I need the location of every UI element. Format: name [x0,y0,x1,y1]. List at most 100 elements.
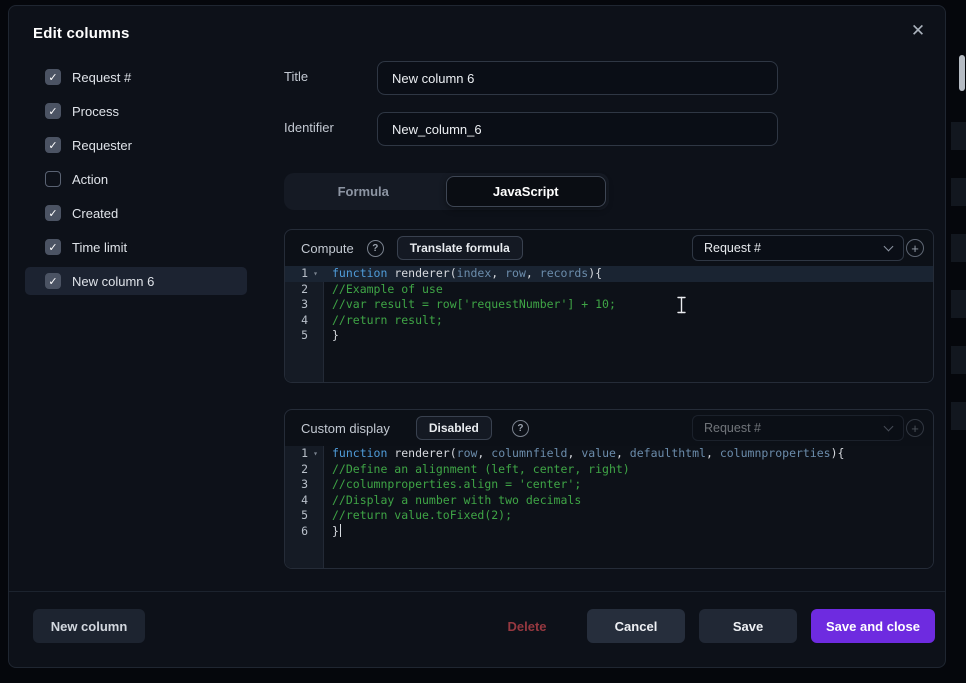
fold-arrow-icon[interactable]: ▾ [308,266,323,282]
column-label: Created [72,206,118,221]
sidebar-item-requester[interactable]: ✓ Requester [25,131,247,159]
background-fragment [951,122,966,150]
compute-code-editor[interactable]: 1▾function renderer(index, row, records)… [285,266,933,382]
code-line[interactable]: 5//return value.toFixed(2); [285,508,933,524]
identifier-input[interactable] [377,112,778,146]
line-number: 5 [285,328,324,344]
checkbox-checked-icon[interactable]: ✓ [45,137,61,153]
checkbox-checked-icon[interactable]: ✓ [45,239,61,255]
code-line[interactable]: 3//var result = row['requestNumber'] + 1… [285,297,933,313]
sidebar-item-action[interactable]: Action [25,165,247,193]
code-text: //Example of use [324,282,443,298]
save-button[interactable]: Save [699,609,797,643]
fold-arrow-icon [308,477,323,493]
sidebar-item-created[interactable]: ✓ Created [25,199,247,227]
code-text: //return result; [324,313,443,329]
code-text: } [324,524,341,540]
column-label: Action [72,172,108,187]
checkbox-checked-icon[interactable]: ✓ [45,103,61,119]
code-text: //Display a number with two decimals [324,493,581,509]
sidebar-item-request[interactable]: ✓ Request # [25,63,247,91]
checkbox-checked-icon[interactable]: ✓ [45,273,61,289]
background-fragment [951,346,966,374]
disabled-toggle-button[interactable]: Disabled [416,416,492,440]
line-number: 5 [285,508,324,524]
code-line[interactable]: 6} [285,524,933,540]
new-column-button[interactable]: New column [33,609,145,643]
sidebar-item-process[interactable]: ✓ Process [25,97,247,125]
checkbox-checked-icon[interactable]: ✓ [45,69,61,85]
column-label: Process [72,104,119,119]
column-label: New column 6 [72,274,154,289]
footer-divider [9,591,945,592]
custom-display-panel: Custom display Disabled ? Request # + 1▾… [284,409,934,569]
custom-display-code-editor[interactable]: 1▾function renderer(row, columnfield, va… [285,446,933,568]
code-line[interactable]: 2//Define an alignment (left, center, ri… [285,462,933,478]
code-line[interactable]: 4//Display a number with two decimals [285,493,933,509]
custom-column-dropdown[interactable]: Request # [692,415,904,441]
checkbox-unchecked-icon[interactable] [45,171,61,187]
column-label: Requester [72,138,132,153]
fold-arrow-icon [308,462,323,478]
code-text: //var result = row['requestNumber'] + 10… [324,297,616,313]
line-number: 2 [285,462,324,478]
background-fragment [951,234,966,262]
identifier-label: Identifier [284,120,334,135]
chevron-down-icon [884,241,894,251]
line-number: 2 [285,282,324,298]
fold-arrow-icon [308,328,323,344]
fold-arrow-icon[interactable]: ▾ [308,446,323,462]
columns-list: ✓ Request # ✓ Process ✓ Requester Action ✓ Creat… [25,63,247,301]
insert-column-icon[interactable]: + [906,419,924,437]
delete-button[interactable]: Delete [479,609,575,643]
code-line[interactable]: 1▾function renderer(row, columnfield, va… [285,446,933,462]
custom-display-label: Custom display [301,421,390,436]
line-number: 1▾ [285,266,324,282]
mouse-text-cursor-icon [675,295,688,315]
save-and-close-button[interactable]: Save and close [811,609,935,643]
background-fragment [951,178,966,206]
insert-column-icon[interactable]: + [906,239,924,257]
code-line[interactable]: 4//return result; [285,313,933,329]
tab-javascript[interactable]: JavaScript [446,176,607,207]
fold-arrow-icon [308,508,323,524]
code-text: } [324,328,339,344]
background-fragment [951,402,966,430]
code-text: //Define an alignment (left, center, rig… [324,462,630,478]
line-number: 4 [285,313,324,329]
compute-column-dropdown-value: Request # [704,241,761,255]
title-input[interactable] [377,61,778,95]
help-icon[interactable]: ? [512,420,529,437]
code-line[interactable]: 2//Example of use [285,282,933,298]
checkbox-checked-icon[interactable]: ✓ [45,205,61,221]
translate-formula-button[interactable]: Translate formula [397,236,523,260]
modal-title: Edit columns [33,25,130,42]
compute-label: Compute [301,241,354,256]
background-fragment [951,290,966,318]
code-line[interactable]: 3//columnproperties.align = 'center'; [285,477,933,493]
tab-formula[interactable]: Formula [284,173,443,210]
code-line[interactable]: 5} [285,328,933,344]
cancel-button[interactable]: Cancel [587,609,685,643]
text-caret [340,524,342,537]
fold-arrow-icon [308,524,323,540]
code-line[interactable]: 1▾function renderer(index, row, records)… [285,266,933,282]
custom-column-dropdown-value: Request # [704,421,761,435]
compute-panel: Compute ? Translate formula Request # + … [284,229,934,383]
fold-arrow-icon [308,313,323,329]
fold-arrow-icon [308,493,323,509]
background-scrollbar-thumb[interactable] [959,55,965,91]
mode-tabs: Formula JavaScript [284,173,609,210]
custom-display-header: Custom display Disabled ? Request # + [285,410,933,446]
sidebar-item-time-limit[interactable]: ✓Time limit [25,233,247,261]
code-text: function renderer(index, row, records){ [324,266,602,282]
code-text: //return value.toFixed(2); [324,508,512,524]
help-icon[interactable]: ? [367,240,384,257]
column-label: Request # [72,70,131,85]
compute-column-dropdown[interactable]: Request # [692,235,904,261]
app-background: Edit columns ✕ ✓ Request # ✓ Process ✓ Reques… [0,0,966,683]
sidebar-item-new-column-6[interactable]: ✓ New column 6 [25,267,247,295]
line-number: 6 [285,524,324,540]
fold-arrow-icon [308,297,323,313]
close-icon[interactable]: ✕ [905,18,931,44]
